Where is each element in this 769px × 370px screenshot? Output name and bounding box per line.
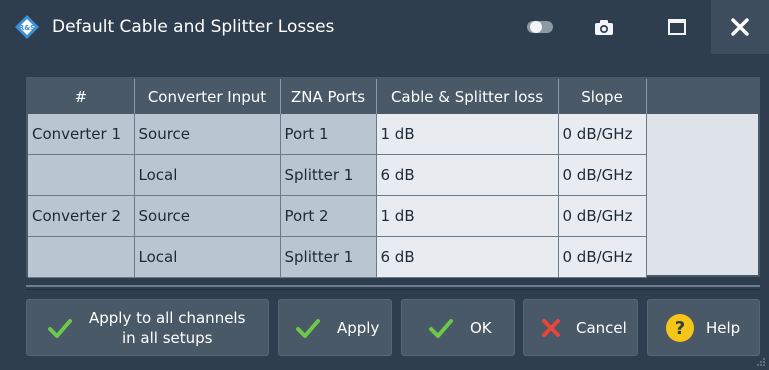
rohde-schwarz-logo: R&S (15, 15, 39, 39)
close-button[interactable] (711, 0, 769, 54)
window-title: Default Cable and Splitter Losses (52, 17, 335, 37)
input-cell: Local (134, 236, 281, 278)
separator-shadow (26, 289, 760, 290)
converter-cell (28, 236, 135, 278)
slope-cell[interactable]: 0 dB/GHz (558, 236, 647, 278)
port-cell: Port 2 (280, 195, 377, 237)
converter-cell (28, 154, 135, 196)
port-cell: Port 1 (280, 114, 377, 155)
maximize-icon[interactable] (658, 13, 696, 41)
ok-button[interactable]: OK (401, 299, 515, 356)
title-bar[interactable]: R&S Default Cable and Splitter Losses (0, 0, 769, 54)
column-header-zna-ports: ZNA Ports (280, 79, 377, 114)
column-header-loss: Cable & Splitter loss (376, 79, 559, 114)
slope-cell[interactable]: 0 dB/GHz (558, 195, 647, 237)
cancel-button[interactable]: Cancel (523, 299, 638, 356)
cross-icon (538, 318, 564, 338)
check-icon (293, 317, 323, 339)
apply-button[interactable]: Apply (278, 299, 392, 356)
toggle-icon[interactable] (520, 13, 560, 41)
ok-label: OK (470, 318, 492, 337)
header-filler (646, 79, 760, 114)
apply-to-all-label: Apply to all channels in all setups (89, 308, 245, 348)
table-row: Converter 1 Source Port 1 1 dB 0 dB/GHz (28, 114, 647, 155)
svg-text:?: ? (675, 318, 685, 339)
separator (26, 285, 760, 287)
slope-cell[interactable]: 0 dB/GHz (558, 154, 647, 196)
converter-cell: Converter 1 (28, 114, 135, 155)
apply-label: Apply (337, 318, 380, 337)
loss-cell[interactable]: 6 dB (376, 154, 559, 196)
table-row: Converter 2 Source Port 2 1 dB 0 dB/GHz (28, 195, 647, 237)
losses-table: # Converter Input ZNA Ports Cable & Spli… (26, 77, 760, 278)
column-header-number: # (28, 79, 135, 114)
help-label: Help (706, 318, 741, 337)
port-cell: Splitter 1 (280, 236, 377, 278)
apply-to-all-line2: in all setups (121, 328, 213, 347)
input-cell: Source (134, 114, 281, 155)
converter-cell: Converter 2 (28, 195, 135, 237)
loss-cell[interactable]: 1 dB (376, 114, 559, 155)
dialog-window: R&S Default Cable and Splitter Losses # … (0, 0, 769, 370)
loss-cell[interactable]: 1 dB (376, 195, 559, 237)
input-cell: Local (134, 154, 281, 196)
column-header-converter-input: Converter Input (134, 79, 281, 114)
check-icon (426, 317, 456, 339)
svg-text:R&S: R&S (19, 24, 36, 32)
table-row: Local Splitter 1 6 dB 0 dB/GHz (28, 236, 647, 278)
close-icon (731, 18, 749, 36)
slope-cell[interactable]: 0 dB/GHz (558, 114, 647, 155)
camera-icon[interactable] (586, 13, 622, 41)
column-header-slope: Slope (558, 79, 647, 114)
table-header-row: # Converter Input ZNA Ports Cable & Spli… (28, 79, 647, 114)
apply-to-all-line1: Apply to all channels (89, 308, 246, 327)
resize-grip-icon[interactable] (756, 357, 766, 367)
input-cell: Source (134, 195, 281, 237)
cancel-label: Cancel (576, 318, 627, 337)
loss-cell[interactable]: 6 dB (376, 236, 559, 278)
table-row: Local Splitter 1 6 dB 0 dB/GHz (28, 154, 647, 196)
losses-grid: # Converter Input ZNA Ports Cable & Spli… (28, 79, 647, 278)
help-icon: ? (664, 313, 696, 343)
apply-to-all-button[interactable]: Apply to all channels in all setups (26, 299, 269, 356)
help-button[interactable]: ? Help (647, 299, 760, 356)
check-icon (45, 317, 75, 339)
port-cell: Splitter 1 (280, 154, 377, 196)
